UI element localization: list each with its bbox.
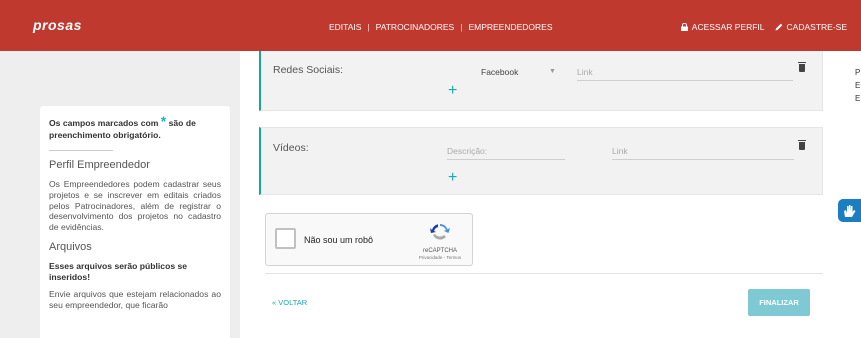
recaptcha-branding: reCAPTCHA Privacidade - Termos [413,222,467,260]
nav-empreendedores[interactable]: EMPREENDEDORES [468,22,552,32]
add-social-button[interactable]: + [448,83,457,99]
form-main: Redes Sociais: Facebook ▼ Link + Vídeos:… [240,51,840,338]
recaptcha-checkbox[interactable] [275,228,296,249]
nav-separator: | [460,22,463,32]
delete-social-icon[interactable] [798,62,806,72]
recaptcha-icon [430,224,450,240]
right-side-panel: P E E [840,51,861,338]
delete-video-icon[interactable] [798,140,806,150]
lock-icon [680,23,688,31]
user-nav: ACESSAR PERFIL CADASTRE-SE [680,22,847,32]
main-nav: EDITAIS | PATROCINADORES | EMPREENDEDORE… [329,22,553,32]
chevron-down-icon: ▼ [549,68,556,75]
profile-description: Os Empreendedores podem cadastrar seus p… [49,179,221,233]
required-star: * [160,113,167,129]
back-link[interactable]: « VOLTAR [272,298,307,307]
divider [49,150,113,151]
prosas-logo[interactable]: prosas [33,17,82,33]
videos-title: Vídeos: [273,142,309,154]
nav-separator: | [367,22,370,32]
signup-label: CADASTRE-SE [786,22,847,32]
login-label: ACESSAR PERFIL [691,22,765,32]
recaptcha-widget: Não sou um robô reCAPTCHA Privacidade - … [265,213,473,266]
recaptcha-label: Não sou um robô [304,235,374,245]
required-fields-note: Os campos marcados com * são de preenchi… [49,113,196,140]
videos-block: Vídeos: Descrição: Link + [259,127,823,195]
top-navbar: prosas EDITAIS | PATROCINADORES | EMPREE… [0,0,861,51]
add-video-button[interactable]: + [448,170,457,186]
recaptcha-brand: reCAPTCHA [422,248,457,254]
signup-link[interactable]: CADASTRE-SE [775,22,847,32]
finish-button[interactable]: FINALIZAR [748,289,810,316]
info-sidebar: Os campos marcados com * são de preenchi… [40,106,230,338]
video-description-input[interactable]: Descrição: [447,146,565,160]
video-link-input[interactable]: Link [612,146,794,160]
right-panel-text: P E E [855,68,861,103]
login-link[interactable]: ACESSAR PERFIL [680,22,765,32]
social-link-input[interactable]: Link [577,67,793,81]
files-description: Envie arquivos que estejam relacionados … [49,288,221,310]
profile-title: Perfil Empreendedor [49,159,150,171]
social-network-select[interactable]: Facebook [481,67,518,77]
nav-editais[interactable]: EDITAIS [329,22,361,32]
social-networks-block: Redes Sociais: Facebook ▼ Link + [259,51,823,111]
files-subtitle: Esses arquivos serão públicos se inserid… [49,260,188,282]
files-title: Arquivos [49,240,92,253]
form-divider [265,273,823,274]
nav-patrocinadores[interactable]: PATROCINADORES [376,22,455,32]
sign-language-icon [844,204,856,217]
accessibility-button[interactable] [838,199,861,222]
recaptcha-terms-link[interactable]: Privacidade - Termos [413,255,467,260]
social-networks-title: Redes Sociais: [273,64,344,76]
pencil-icon [775,23,782,31]
